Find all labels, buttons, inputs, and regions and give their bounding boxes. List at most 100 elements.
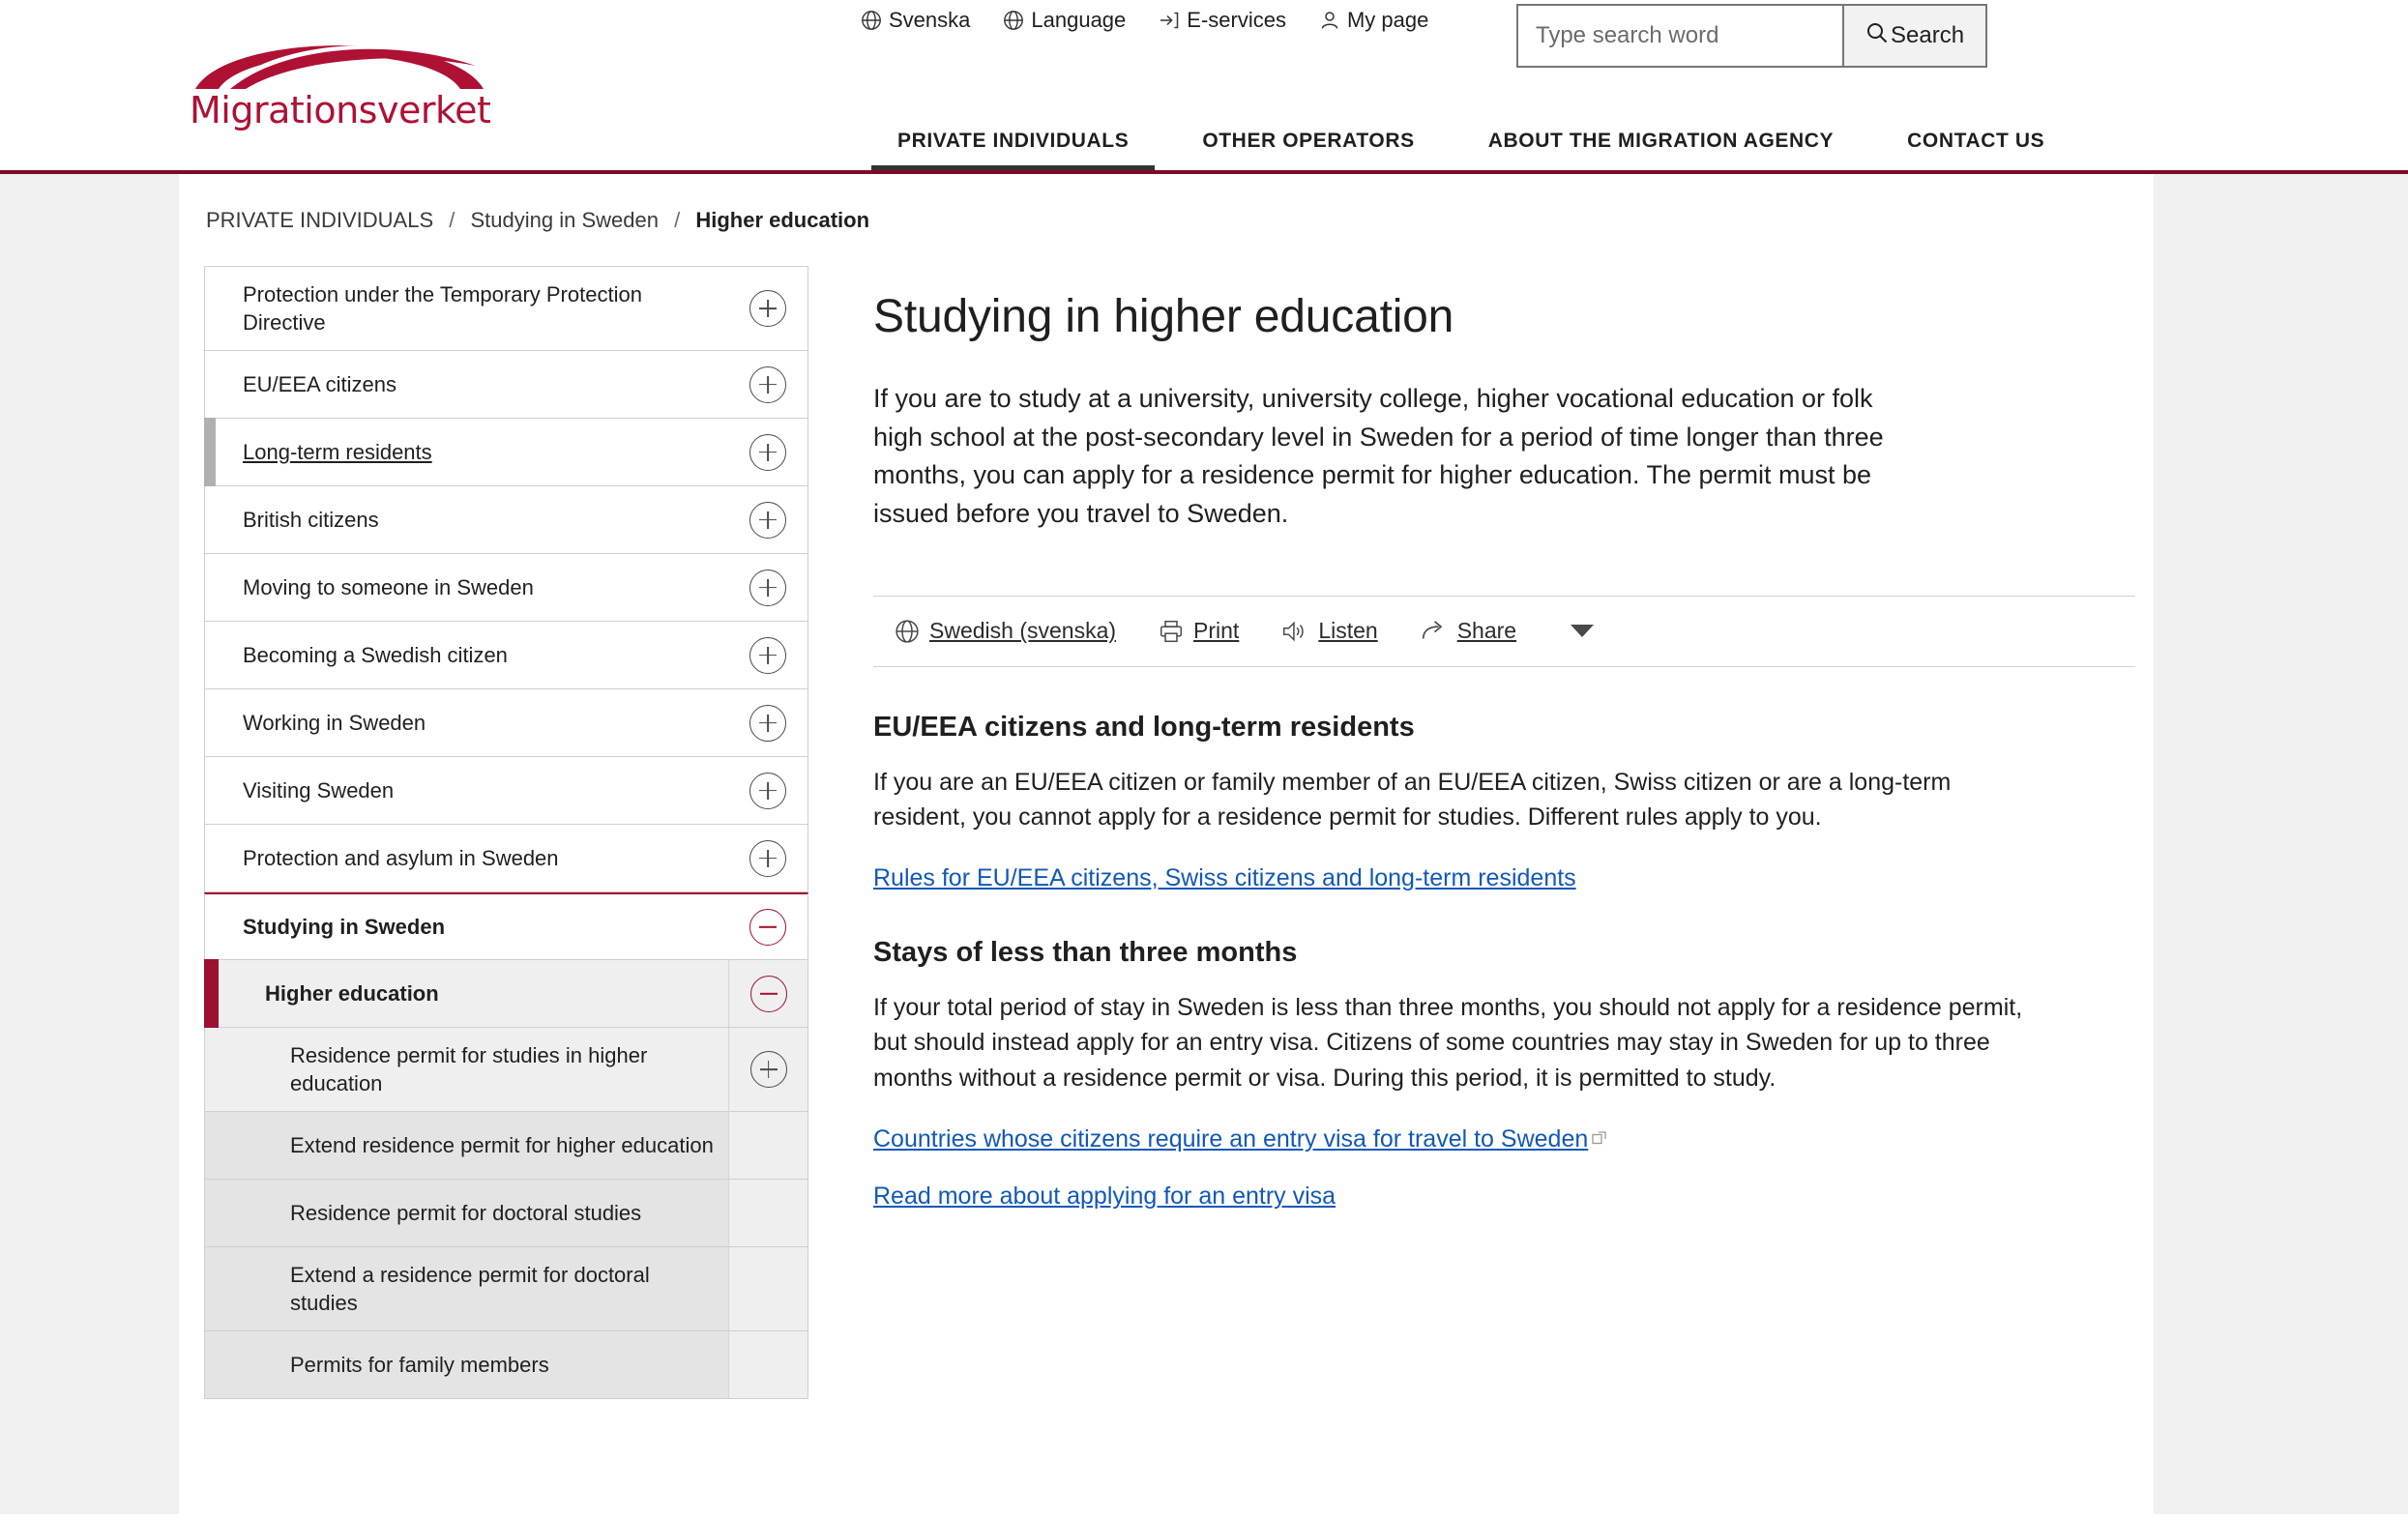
intro-paragraph: If you are to study at a university, uni… [873, 384, 1884, 529]
site-logo[interactable]: Migrationsverket [190, 23, 499, 139]
nav-tab-other-operators[interactable]: OTHER OPERATORS [1165, 130, 1451, 174]
collapse-toggle[interactable] [728, 960, 808, 1028]
sidebar-item-temporary-protection-directive[interactable]: Protection under the Temporary Protectio… [204, 266, 808, 352]
sidebar-item-label: Residence permit for doctoral studies [290, 1201, 642, 1226]
no-toggle [728, 1112, 808, 1180]
expand-toggle[interactable] [728, 351, 808, 418]
expand-toggle[interactable] [728, 486, 808, 553]
sidebar-item-becoming-a-swedish-citizen[interactable]: Becoming a Swedish citizen [204, 622, 808, 690]
tool-print[interactable]: Print [1159, 618, 1239, 644]
sidebar-item-label: Permits for family members [290, 1353, 549, 1378]
expand-toggle[interactable] [728, 419, 808, 485]
page-tools-toolbar: Swedish (svenska) Print Listen Share [873, 595, 2135, 667]
sidebar-item-label: Higher education [265, 981, 439, 1007]
sidebar-item-residence-permit-for-doctoral-studies[interactable]: Residence permit for doctoral studies [204, 1180, 808, 1248]
expand-toggle[interactable] [728, 689, 808, 756]
utility-link-eservices[interactable]: E-services [1159, 8, 1286, 33]
sidebar-item-working-in-sweden[interactable]: Working in Sweden [204, 689, 808, 758]
no-toggle [728, 1247, 808, 1331]
sidebar-item-residence-permit-for-studies-in-higher-education[interactable]: Residence permit for studies in higher e… [204, 1028, 808, 1113]
search-button[interactable]: Search [1842, 4, 1988, 68]
sidebar-item-extend-a-residence-permit-for-doctoral-studies[interactable]: Extend a residence permit for doctoral s… [204, 1247, 808, 1332]
sidebar-item-permits-for-family-members[interactable]: Permits for family members [204, 1331, 808, 1400]
tool-swedish-language[interactable]: Swedish (svenska) [895, 618, 1116, 644]
link-read-more-entry-visa[interactable]: Read more about applying for an entry vi… [873, 1182, 1336, 1211]
search-input[interactable] [1516, 4, 1842, 68]
sidebar-item-label: Visiting Sweden [243, 778, 395, 803]
login-arrow-icon [1159, 10, 1180, 31]
nav-tab-contact-us[interactable]: CONTACT US [1870, 130, 2081, 174]
page-background: PRIVATE INDIVIDUALS / Studying in Sweden… [0, 174, 2408, 1514]
expand-toggle[interactable] [728, 1028, 808, 1112]
plus-icon [749, 636, 786, 674]
nav-tab-private-individuals[interactable]: PRIVATE INDIVIDUALS [861, 130, 1165, 174]
breadcrumb-current: Higher education [695, 208, 870, 232]
no-toggle [728, 1331, 808, 1399]
section-body-eu-eea: If you are an EU/EEA citizen or family m… [873, 768, 1952, 832]
plus-icon [749, 839, 786, 877]
expand-toggle[interactable] [728, 267, 808, 350]
expand-toggle[interactable] [728, 825, 808, 891]
no-toggle [728, 1180, 808, 1247]
tool-share[interactable]: Share [1421, 618, 1516, 644]
utility-link-svenska[interactable]: Svenska [861, 8, 970, 33]
tool-label: Swedish (svenska) [929, 618, 1117, 644]
main-content: Studying in higher education If you are … [873, 290, 2135, 1211]
sidebar-item-visiting-sweden[interactable]: Visiting Sweden [204, 757, 808, 826]
main-navigation: PRIVATE INDIVIDUALS OTHER OPERATORS ABOU… [861, 130, 2081, 174]
sidebar-item-eu-eea-citizens[interactable]: EU/EEA citizens [204, 351, 808, 420]
utility-link-label: My page [1346, 8, 1429, 32]
link-countries-requiring-entry-visa[interactable]: Countries whose citizens require an entr… [873, 1124, 1607, 1153]
minus-icon [749, 975, 787, 1012]
sidebar-item-label: Extend residence permit for higher educa… [290, 1133, 714, 1158]
sidebar-item-protection-and-asylum-in-sweden[interactable]: Protection and asylum in Sweden [204, 825, 808, 893]
plus-icon [749, 433, 786, 471]
plus-icon [749, 1051, 787, 1089]
utility-link-label: Svenska [889, 8, 971, 32]
site-header: Migrationsverket Svenska Language E-serv… [0, 0, 2408, 174]
search-button-label: Search [1891, 22, 1965, 48]
utility-link-language[interactable]: Language [1003, 8, 1126, 33]
tool-label: Share [1456, 618, 1517, 644]
sidebar-item-label: Protection and asylum in Sweden [243, 846, 559, 871]
sidebar-item-label: Long-term residents [243, 440, 432, 465]
globe-icon [861, 10, 882, 31]
sidebar-item-label: Studying in Sweden [243, 915, 446, 940]
sidebar-item-extend-residence-permit-for-higher-education[interactable]: Extend residence permit for higher educa… [204, 1112, 808, 1181]
chevron-down-icon[interactable] [1571, 625, 1595, 638]
logo-wordmark: Migrationsverket [190, 89, 491, 131]
page-title: Studying in higher education [873, 291, 1454, 342]
content-card: PRIVATE INDIVIDUALS / Studying in Sweden… [179, 174, 2154, 1514]
plus-icon [749, 569, 786, 606]
sidebar-item-british-citizens[interactable]: British citizens [204, 486, 808, 555]
sidebar-item-long-term-residents[interactable]: Long-term residents [204, 418, 808, 487]
tool-label: Listen [1318, 618, 1378, 644]
sidebar-item-higher-education[interactable]: Higher education [204, 959, 808, 1029]
utility-link-mypage[interactable]: My page [1319, 8, 1428, 33]
nav-tab-about-the-migration-agency[interactable]: ABOUT THE MIGRATION AGENCY [1452, 130, 1870, 174]
sidebar-item-label: Moving to someone in Sweden [243, 575, 534, 600]
speaker-icon [1281, 619, 1308, 644]
section-heading-eu-eea: EU/EEA citizens and long-term residents [873, 711, 1415, 743]
plus-icon [749, 501, 786, 539]
share-icon [1421, 619, 1448, 644]
section-heading-stays-less-than-three-months: Stays of less than three months [873, 936, 1298, 968]
link-rules-for-eu-eea-citizens[interactable]: Rules for EU/EEA citizens, Swiss citizen… [873, 864, 1576, 892]
link-label: Countries whose citizens require an entr… [873, 1125, 1589, 1153]
sidebar-item-label: Protection under the Temporary Protectio… [243, 282, 642, 336]
expand-toggle[interactable] [728, 622, 808, 688]
breadcrumb-item-private-individuals[interactable]: PRIVATE INDIVIDUALS [206, 208, 433, 232]
sidebar-item-moving-to-someone-in-sweden[interactable]: Moving to someone in Sweden [204, 554, 808, 623]
search-icon [1865, 21, 1889, 51]
sidebar-item-studying-in-sweden[interactable]: Studying in Sweden [204, 892, 808, 961]
external-link-icon [1592, 1124, 1607, 1153]
collapse-toggle[interactable] [728, 894, 808, 959]
breadcrumb-item-studying-in-sweden[interactable]: Studying in Sweden [471, 208, 659, 232]
expand-toggle[interactable] [728, 757, 808, 824]
sidebar-item-label: Becoming a Swedish citizen [243, 643, 508, 668]
plus-icon [749, 365, 786, 403]
globe-icon [1003, 10, 1024, 31]
tool-listen[interactable]: Listen [1281, 618, 1378, 644]
breadcrumb-separator: / [674, 208, 681, 232]
expand-toggle[interactable] [728, 554, 808, 621]
